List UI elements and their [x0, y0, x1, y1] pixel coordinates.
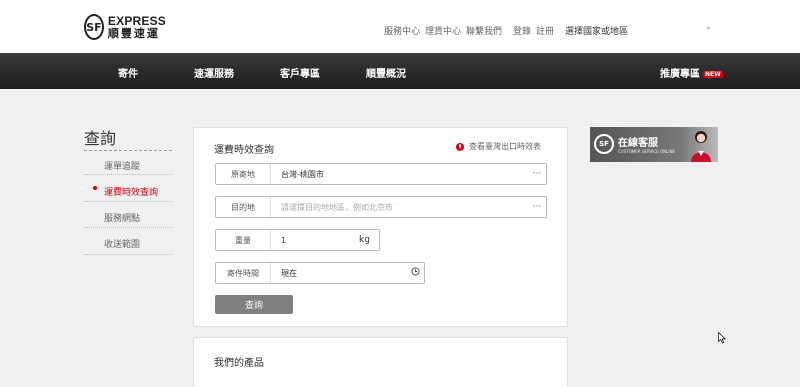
- sf-logo-icon: SF: [594, 134, 614, 154]
- weight-input[interactable]: 1: [271, 236, 359, 245]
- login-link[interactable]: 登錄: [513, 24, 531, 37]
- sf-express-logo[interactable]: SF EXPRESS 順豐速運: [84, 14, 166, 40]
- top-links: 服務中心 理貨中心 聯繫我們: [384, 24, 502, 37]
- weight-label: 重量: [216, 230, 271, 250]
- clock-icon[interactable]: [406, 267, 424, 279]
- new-badge: NEW: [703, 71, 723, 78]
- online-customer-service-banner[interactable]: SF 在線客服 CUSTOMER SERVICE ONLINE: [590, 127, 718, 162]
- mouse-cursor-icon: [718, 332, 726, 344]
- tally-center-link[interactable]: 理貨中心: [425, 24, 461, 37]
- logo-english-text: EXPRESS: [107, 14, 166, 28]
- cs-banner-title: 在線客服: [618, 138, 658, 149]
- taiwan-export-link-label: 查看臺灣出口時效表: [469, 142, 541, 151]
- logo-chinese-text: 順豐速運: [107, 27, 160, 40]
- top-header: SF EXPRESS 順豐速運 服務中心 理貨中心 聯繫我們 登錄 註冊 選擇國…: [0, 0, 800, 53]
- sidebar-divider: [84, 227, 172, 228]
- sidebar-divider: [84, 254, 172, 255]
- more-options-icon[interactable]: ···: [528, 202, 546, 212]
- origin-value[interactable]: 台灣-桃園市: [271, 169, 528, 180]
- destination-label: 目的地: [216, 197, 271, 217]
- nav-item-express-services[interactable]: 速運服務: [194, 65, 234, 80]
- sidebar-item-waybill-tracking[interactable]: 運單追蹤: [104, 159, 140, 172]
- sidebar-item-service-outlets[interactable]: 服務網點: [104, 211, 140, 224]
- send-time-value[interactable]: 現在: [271, 268, 406, 279]
- cs-banner-subtitle: CUSTOMER SERVICE ONLINE: [618, 149, 676, 154]
- query-button[interactable]: 查詢: [215, 295, 293, 314]
- origin-field[interactable]: 原寄地 台灣-桃園市 ···: [215, 163, 547, 185]
- weight-unit: kg: [359, 235, 370, 245]
- weight-field[interactable]: 重量 1 kg: [215, 229, 380, 251]
- agent-avatar-icon: [691, 131, 711, 162]
- sidebar-title-divider: [84, 150, 172, 151]
- contact-us-link[interactable]: 聯繫我們: [466, 24, 502, 37]
- chevron-down-icon[interactable]: ⌄: [705, 22, 713, 32]
- sidebar-item-delivery-range[interactable]: 收送範圍: [104, 237, 140, 250]
- nav-item-about-sf[interactable]: 順豐概況: [366, 65, 406, 80]
- origin-label: 原寄地: [216, 164, 271, 184]
- sidebar-item-rate-time-query[interactable]: 運費時效查詢: [104, 185, 158, 198]
- main-navigation: 寄件 速運服務 客戶專區 順豐概況 推廣專區 NEW: [0, 53, 800, 89]
- sidebar-title: 查詢: [84, 129, 117, 148]
- register-link[interactable]: 註冊: [536, 24, 554, 37]
- service-center-link[interactable]: 服務中心: [384, 24, 420, 37]
- destination-field[interactable]: 目的地 請選擇目的地地區，例如北京市 ···: [215, 196, 547, 218]
- send-time-label: 寄件時間: [216, 263, 271, 283]
- more-options-icon[interactable]: ···: [528, 169, 546, 179]
- region-selector[interactable]: 選擇國家或地區: [565, 24, 628, 37]
- promotions-label: 推廣專區: [660, 69, 700, 80]
- nav-item-customer-zone[interactable]: 客戶專區: [280, 65, 320, 80]
- sidebar-divider: [84, 174, 172, 175]
- info-icon: [456, 142, 464, 151]
- nav-item-promotions[interactable]: 推廣專區 NEW: [660, 65, 723, 80]
- panel-title: 運費時效查詢: [214, 145, 274, 156]
- sidebar-divider: [84, 201, 172, 202]
- products-title: 我們的產品: [214, 358, 264, 369]
- nav-item-send[interactable]: 寄件: [118, 65, 138, 80]
- taiwan-export-time-link[interactable]: 查看臺灣出口時效表: [456, 141, 541, 152]
- send-time-field[interactable]: 寄件時間 現在: [215, 262, 425, 284]
- active-indicator-dot: [93, 186, 97, 190]
- destination-input[interactable]: 請選擇目的地地區，例如北京市: [271, 202, 528, 213]
- sf-logo-mark: SF: [84, 14, 104, 40]
- account-links: 登錄 註冊: [513, 24, 554, 37]
